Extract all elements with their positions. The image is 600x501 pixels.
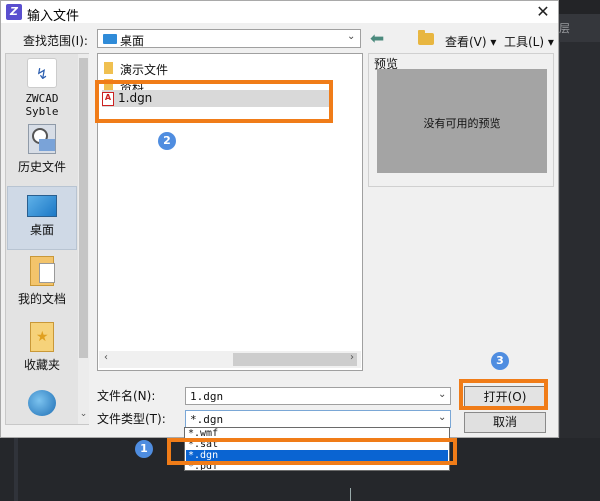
step-badge-3: 3 (491, 352, 509, 370)
folder-icon (104, 62, 113, 74)
documents-folder-icon (30, 256, 55, 286)
place-my-documents[interactable]: 我的文档 (7, 256, 77, 307)
look-in-label: 查找范围(I): (23, 34, 88, 48)
file-type-value: *.dgn (190, 413, 224, 426)
desktop-icon (27, 195, 57, 217)
scroll-right-icon[interactable]: › (350, 352, 354, 363)
tools-menu[interactable]: 工具(L) ▾ (504, 33, 554, 50)
back-arrow-icon[interactable]: ⬅ (370, 31, 388, 48)
layer-tab-label: 层 (559, 22, 570, 35)
import-file-dialog: Z 输入文件 ✕ 查找范围(I): 桌面 ⌄ ⬅ 查看(V) ▾ 工具(L) ▾… (0, 0, 559, 438)
chevron-down-icon[interactable]: ⌄ (438, 412, 446, 423)
place-label: 收藏夹 (23, 358, 60, 372)
app-background-right (559, 42, 600, 438)
chevron-down-icon: ⌄ (347, 31, 356, 42)
app-background-top (559, 0, 600, 14)
history-icon (28, 124, 56, 154)
scroll-down-icon[interactable]: ⌄ (78, 409, 89, 419)
preview-area: 没有可用的预览 (377, 69, 547, 173)
horizontal-scrollbar[interactable]: ‹ › (99, 351, 361, 368)
scrollbar-thumb[interactable] (79, 58, 88, 358)
globe-icon (28, 390, 56, 416)
highlight-box-dgn-option (167, 438, 457, 465)
new-folder-icon[interactable] (418, 30, 434, 45)
place-label: 桌面 (29, 223, 54, 237)
divider (14, 438, 18, 501)
place-label: 历史文件 (17, 160, 66, 174)
preview-message: 没有可用的预览 (423, 117, 501, 130)
scroll-left-icon[interactable]: ‹ (104, 352, 108, 363)
look-in-value: 桌面 (120, 34, 145, 48)
layer-panel-tab[interactable]: 层 (559, 14, 600, 42)
zwcad-logo-icon: Z (6, 4, 22, 20)
place-history[interactable]: 历史文件 (7, 124, 77, 175)
scrollbar-thumb[interactable] (233, 353, 357, 366)
cancel-button[interactable]: 取消 (464, 412, 546, 433)
file-type-select[interactable]: *.dgn ⌄ (185, 410, 451, 428)
places-scrollbar[interactable]: ⌄ (78, 54, 89, 424)
step-badge-1: 1 (135, 440, 153, 458)
cursor-line (350, 488, 351, 501)
title-bar: Z 输入文件 ✕ (1, 1, 558, 24)
highlight-box-open (459, 379, 548, 410)
view-menu[interactable]: 查看(V) ▾ (445, 33, 496, 50)
place-zwcad-syble[interactable]: ↯ ZWCAD Syble (7, 58, 77, 118)
file-name-label: 文件名(N): (97, 389, 156, 403)
file-type-label: 文件类型(T): (97, 412, 166, 426)
place-favorites[interactable]: 收藏夹 (7, 322, 77, 373)
close-button[interactable]: ✕ (531, 3, 555, 21)
file-name: 演示文件 (120, 63, 169, 77)
place-label: ZWCAD Syble (25, 92, 59, 118)
place-desktop[interactable]: 桌面 (7, 186, 77, 250)
file-name-value: 1.dgn (190, 390, 224, 403)
place-network[interactable] (7, 390, 77, 416)
desktop-folder-icon (103, 34, 117, 44)
look-in-select[interactable]: 桌面 ⌄ (97, 29, 361, 48)
highlight-box-file (95, 80, 333, 123)
place-label: 我的文档 (17, 292, 66, 306)
dialog-title: 输入文件 (27, 9, 80, 24)
chevron-down-icon[interactable]: ⌄ (438, 389, 446, 400)
favorites-folder-icon (30, 322, 54, 352)
places-bar: ↯ ZWCAD Syble 历史文件 桌面 我的文档 收藏夹 ⌄ (5, 53, 89, 425)
divider (559, 42, 560, 438)
file-name-field[interactable]: 1.dgn ⌄ (185, 387, 451, 405)
step-badge-2: 2 (158, 132, 176, 150)
zwcad-symbol-icon: ↯ (27, 58, 57, 88)
